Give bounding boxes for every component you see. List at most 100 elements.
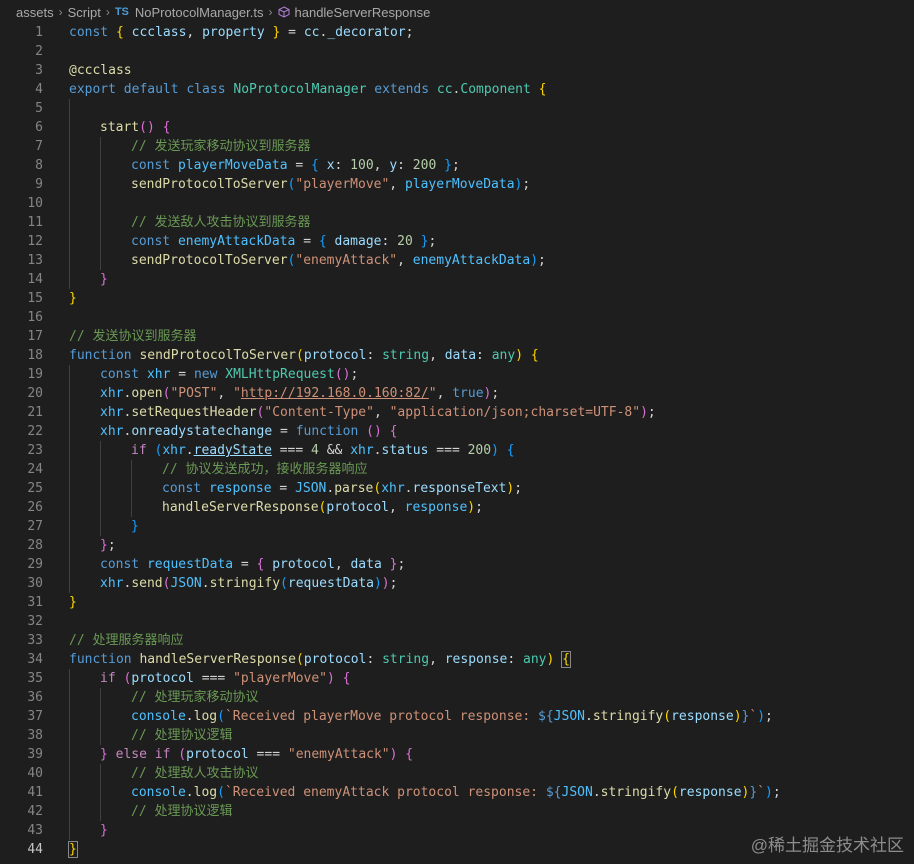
- code-token: handleServerResponse: [139, 652, 296, 667]
- line-number: 33: [27, 633, 43, 648]
- indent-guide: [69, 384, 70, 403]
- code-line[interactable]: 2: [0, 42, 914, 61]
- code-line[interactable]: 37 console.log(`Received playerMove proto…: [0, 707, 914, 726]
- breadcrumb-item-function[interactable]: handleServerResponse: [295, 5, 431, 20]
- code-token: ): [381, 576, 390, 591]
- code-line[interactable]: 4 export default class NoProtocolManager …: [0, 80, 914, 99]
- indent-guide: [100, 232, 101, 251]
- code-line[interactable]: 3 @ccclass: [0, 61, 914, 80]
- indent-guide: [100, 479, 101, 498]
- code-line[interactable]: 27}: [0, 517, 914, 536]
- code-token: http://192.168.0.160:82/: [240, 386, 429, 401]
- code-line[interactable]: 30 xhr.send(JSON.stringify(requestData));: [0, 574, 914, 593]
- code-line[interactable]: 20 xhr.open("POST", "http://192.168.0.160…: [0, 384, 914, 403]
- indent-guide: [69, 99, 70, 118]
- code-token: ===: [248, 747, 288, 762]
- code-text: }: [69, 593, 77, 612]
- code-token: "playerMove": [233, 671, 327, 686]
- code-line[interactable]: 17 // 发送协议到服务器: [0, 327, 914, 346]
- code-line[interactable]: 41 console.log(`Received enemyAttack prot…: [0, 783, 914, 802]
- code-line[interactable]: 9 sendProtocolToServer("playerMove", play…: [0, 175, 914, 194]
- code-token: protocol: [272, 557, 335, 572]
- indent-guide: [100, 707, 101, 726]
- code-token: 4: [311, 443, 319, 458]
- code-line[interactable]: 35 if (protocol === "playerMove") {: [0, 669, 914, 688]
- indent-guide: [100, 156, 101, 175]
- code-line[interactable]: 36 // 处理玩家移动协议: [0, 688, 914, 707]
- code-token: }: [100, 538, 108, 553]
- indent-guide: [131, 460, 132, 479]
- code-token: ;: [765, 709, 773, 724]
- code-token: =: [170, 367, 194, 382]
- code-token: {: [389, 424, 398, 439]
- code-line[interactable]: 24 // 协议发送成功，接收服务器响应: [0, 460, 914, 479]
- line-number: 30: [27, 576, 43, 591]
- code-line[interactable]: 10: [0, 194, 914, 213]
- code-line[interactable]: 29 const requestData = { protocol, data }…: [0, 555, 914, 574]
- code-token: ): [467, 500, 476, 515]
- code-line[interactable]: 18 function sendProtocolToServer(protocol…: [0, 346, 914, 365]
- code-token: ,: [373, 158, 390, 173]
- code-token: log: [193, 785, 218, 800]
- code-token: playerMoveData: [404, 177, 515, 192]
- code-text: sendProtocolToServer("enemyAttack", enem…: [131, 251, 546, 270]
- code-line[interactable]: 16: [0, 308, 914, 327]
- code-line[interactable]: 6 start() {: [0, 118, 914, 137]
- code-line[interactable]: 26 handleServerResponse(protocol, respons…: [0, 498, 914, 517]
- code-line[interactable]: 28};: [0, 536, 914, 555]
- code-token: `Received playerMove protocol response:: [224, 709, 539, 724]
- code-line[interactable]: 5: [0, 99, 914, 118]
- code-token: const: [100, 367, 147, 382]
- code-line[interactable]: 40 // 处理敌人攻击协议: [0, 764, 914, 783]
- code-token: "Content-Type": [264, 405, 374, 420]
- code-line[interactable]: 23 if (xhr.readyState === 4 && xhr.status…: [0, 441, 914, 460]
- code-token: function: [295, 424, 359, 439]
- code-line[interactable]: 42 // 处理协议逻辑: [0, 802, 914, 821]
- code-line[interactable]: 38 // 处理协议逻辑: [0, 726, 914, 745]
- code-token: xhr: [100, 386, 124, 401]
- code-line[interactable]: 7 // 发送玩家移动协议到服务器: [0, 137, 914, 156]
- code-line[interactable]: 32: [0, 612, 914, 631]
- code-line[interactable]: 15}: [0, 289, 914, 308]
- line-number: 19: [27, 367, 43, 382]
- code-line[interactable]: 21 xhr.setRequestHeader("Content-Type", "…: [0, 403, 914, 422]
- breadcrumb-item-file[interactable]: NoProtocolManager.ts: [135, 5, 264, 20]
- code-token: :: [334, 158, 351, 173]
- code-token: =: [295, 234, 319, 249]
- code-token: ): [515, 348, 524, 363]
- breadcrumb-item-assets[interactable]: assets: [16, 5, 54, 20]
- code-token: _decorator: [327, 25, 406, 40]
- code-line[interactable]: 19 const xhr = new XMLHttpRequest();: [0, 365, 914, 384]
- code-token: (: [280, 576, 288, 591]
- code-token: `: [757, 785, 766, 800]
- code-line[interactable]: 39} else if (protocol === "enemyAttack")…: [0, 745, 914, 764]
- code-token: ,: [186, 25, 203, 40]
- code-token: ,: [389, 177, 405, 192]
- code-text: if (xhr.readyState === 4 && xhr.status =…: [131, 441, 515, 460]
- code-line[interactable]: 11 // 发送敌人攻击协议到服务器: [0, 213, 914, 232]
- indent-guide: [69, 232, 70, 251]
- code-token: xhr: [350, 443, 374, 458]
- code-line[interactable]: 13 sendProtocolToServer("enemyAttack", en…: [0, 251, 914, 270]
- code-line[interactable]: 1 const { ccclass, property } = cc._decor…: [0, 23, 914, 42]
- breadcrumb-item-script[interactable]: Script: [68, 5, 101, 20]
- code-line[interactable]: 22 xhr.onreadystatechange = function () {: [0, 422, 914, 441]
- code-line[interactable]: 8 const playerMoveData = { x: 100, y: 200…: [0, 156, 914, 175]
- line-number: 36: [27, 690, 43, 705]
- code-token: .: [185, 709, 194, 724]
- code-line[interactable]: 34 function handleServerResponse(protocol…: [0, 650, 914, 669]
- code-line[interactable]: 33 // 处理服务器响应: [0, 631, 914, 650]
- indent-guide: [100, 688, 101, 707]
- code-token: ,: [334, 557, 351, 572]
- code-line[interactable]: 14}: [0, 270, 914, 289]
- code-editor[interactable]: 1 const { ccclass, property } = cc._decor…: [0, 23, 914, 859]
- code-line[interactable]: 31}: [0, 593, 914, 612]
- code-token: (: [373, 481, 382, 496]
- code-line[interactable]: 12 const enemyAttackData = { damage: 20 }…: [0, 232, 914, 251]
- line-number: 31: [27, 595, 43, 610]
- code-line[interactable]: 25 const response = JSON.parse(xhr.respon…: [0, 479, 914, 498]
- code-token: JSON: [295, 481, 327, 496]
- line-number: 18: [27, 348, 43, 363]
- code-text: sendProtocolToServer("playerMove", playe…: [131, 175, 530, 194]
